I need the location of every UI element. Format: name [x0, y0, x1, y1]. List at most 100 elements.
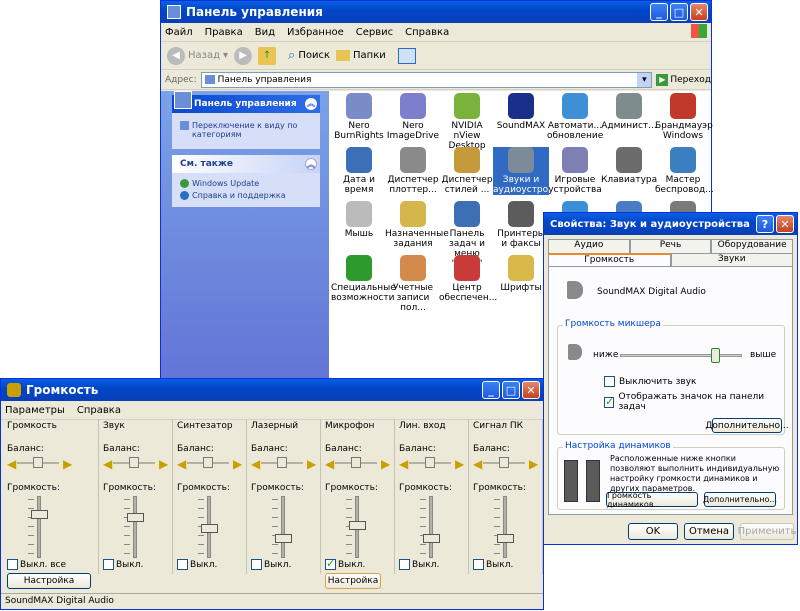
cpl-item-0[interactable]: Nero BurnRights	[331, 93, 387, 141]
balance-slider-thumb[interactable]	[351, 457, 361, 468]
cpl-item-6[interactable]: Брандмауэр Windows	[655, 93, 713, 141]
volume-slider-thumb[interactable]	[497, 534, 514, 543]
mute-row[interactable]: Выкл.	[399, 559, 439, 570]
address-dropdown-icon[interactable]: ▾	[637, 72, 652, 87]
settings-button[interactable]: Настройка	[325, 573, 381, 589]
balance-slider[interactable]	[187, 457, 229, 468]
close-button[interactable]: ✕	[690, 3, 708, 21]
mute-checkbox[interactable]	[251, 559, 262, 570]
cpl-item-9[interactable]: Диспетчер стилей ...	[439, 147, 495, 195]
balance-slider[interactable]	[113, 457, 155, 468]
tab-hardware[interactable]: Оборудование	[711, 239, 794, 253]
balance-slider[interactable]	[483, 457, 525, 468]
control-panel-titlebar[interactable]: Панель управления _ □ ✕	[161, 1, 711, 23]
cpl-item-10[interactable]: Звуки и аудиоустройства	[493, 147, 575, 195]
menu-item-0[interactable]: Файл	[165, 27, 193, 38]
volume-slider[interactable]	[275, 496, 292, 558]
balance-slider[interactable]	[335, 457, 377, 468]
tray-checkbox-row[interactable]: Отображать значок на панели задач	[604, 392, 784, 412]
menu-item-4[interactable]: Сервис	[356, 27, 393, 38]
cpl-item-7[interactable]: Дата и время	[331, 147, 387, 195]
dialog-close-button[interactable]: ✕	[776, 215, 794, 233]
speaker-advanced-button[interactable]: Дополнительно...	[703, 492, 777, 507]
cpl-item-15[interactable]: Назначенные задания	[385, 201, 449, 249]
sound-properties-titlebar[interactable]: Свойства: Звук и аудиоустройства ? ✕	[544, 213, 797, 235]
mute-checkbox[interactable]	[473, 559, 484, 570]
mute-checkbox[interactable]	[399, 559, 410, 570]
volume-menu-item-0[interactable]: Параметры	[5, 405, 65, 416]
mixer-slider-thumb[interactable]	[711, 348, 720, 363]
tab-audio[interactable]: Аудио	[548, 239, 630, 253]
balance-slider[interactable]	[17, 457, 59, 468]
menu-item-5[interactable]: Справка	[405, 27, 449, 38]
mute-row[interactable]: Выкл.	[473, 559, 513, 570]
cpl-item-1[interactable]: Nero ImageDrive	[385, 93, 441, 141]
tab-volume[interactable]: Громкость	[548, 253, 671, 266]
windows-update-link[interactable]: Windows Update	[172, 173, 320, 188]
cpl-item-12[interactable]: Клавиатура	[601, 147, 657, 185]
tab-speech[interactable]: Речь	[629, 239, 712, 253]
volume-slider[interactable]	[31, 496, 48, 558]
cpl-item-22[interactable]: Учетные записи пол...	[385, 255, 441, 313]
task-group-header[interactable]: Панель управления ︽	[172, 91, 320, 113]
cpl-item-21[interactable]: Специальные возможности	[331, 255, 396, 303]
menu-item-1[interactable]: Правка	[205, 27, 243, 38]
mixer-advanced-button[interactable]: Дополнительно...	[705, 418, 789, 433]
balance-slider[interactable]	[409, 457, 451, 468]
volume-close-button[interactable]: ✕	[522, 381, 540, 399]
help-button[interactable]: ?	[756, 215, 774, 233]
settings-button[interactable]: Настройка	[7, 573, 91, 589]
volume-slider[interactable]	[423, 496, 440, 558]
balance-slider-thumb[interactable]	[129, 457, 139, 468]
balance-slider-thumb[interactable]	[277, 457, 287, 468]
volume-slider[interactable]	[349, 496, 366, 558]
menu-item-3[interactable]: Избранное	[287, 27, 344, 38]
maximize-button[interactable]: □	[670, 3, 688, 21]
mute-row[interactable]: Выкл. все	[7, 559, 66, 570]
balance-slider-thumb[interactable]	[499, 457, 509, 468]
folders-button[interactable]: Папки	[336, 50, 386, 61]
apply-button[interactable]: Применить	[738, 523, 796, 540]
see-also-collapse-icon[interactable]: ︽	[305, 158, 317, 170]
mute-checkbox[interactable]	[177, 559, 188, 570]
cpl-item-4[interactable]: Автомати... обновление	[547, 93, 603, 141]
volume-slider-thumb[interactable]	[275, 534, 292, 543]
minimize-button[interactable]: _	[650, 3, 668, 21]
see-also-header[interactable]: См. также ︽	[172, 155, 320, 173]
switch-category-link[interactable]: Переключение к виду по категориям	[172, 113, 320, 139]
collapse-icon[interactable]: ︽	[305, 98, 317, 110]
tab-sounds[interactable]: Звуки	[670, 253, 793, 266]
mute-checkbox[interactable]	[604, 376, 615, 387]
volume-slider-thumb[interactable]	[201, 524, 218, 533]
volume-slider[interactable]	[201, 496, 218, 558]
mute-checkbox[interactable]	[325, 557, 336, 570]
search-button[interactable]: ⌕ Поиск	[288, 48, 330, 63]
address-input[interactable]: Панель управления ▾	[200, 71, 653, 88]
cpl-item-13[interactable]: Мастер беспровод...	[655, 147, 714, 195]
help-support-link[interactable]: Справка и поддержка	[172, 188, 320, 200]
volume-slider[interactable]	[127, 496, 144, 558]
volume-titlebar[interactable]: Громкость _ □ ✕	[1, 379, 543, 401]
volume-minimize-button[interactable]: _	[482, 381, 500, 399]
balance-slider-thumb[interactable]	[425, 457, 435, 468]
volume-maximize-button[interactable]: □	[502, 381, 520, 399]
mute-row[interactable]: Выкл.	[325, 557, 365, 570]
tray-icon-checkbox[interactable]	[604, 395, 615, 408]
balance-slider[interactable]	[261, 457, 303, 468]
mute-checkbox[interactable]	[103, 559, 114, 570]
cpl-item-24[interactable]: Шрифты	[493, 255, 549, 293]
ok-button[interactable]: OK	[628, 523, 678, 540]
forward-button[interactable]: ▶	[234, 46, 253, 65]
up-folder-icon[interactable]: ↑	[258, 46, 277, 65]
volume-slider-thumb[interactable]	[349, 521, 366, 530]
volume-slider-thumb[interactable]	[31, 510, 48, 519]
mute-checkbox[interactable]	[7, 559, 18, 570]
mixer-volume-slider[interactable]	[620, 348, 742, 363]
volume-menu-item-1[interactable]: Справка	[77, 405, 121, 416]
cpl-item-14[interactable]: Мышь	[331, 201, 387, 239]
go-button[interactable]: ▶ Переход	[656, 73, 711, 86]
mute-checkbox-row[interactable]: Выключить звук	[604, 376, 696, 387]
cpl-item-23[interactable]: Центр обеспечен...	[439, 255, 497, 303]
balance-slider-thumb[interactable]	[203, 457, 213, 468]
speaker-volume-button[interactable]: Громкость динамиков...	[606, 491, 698, 509]
